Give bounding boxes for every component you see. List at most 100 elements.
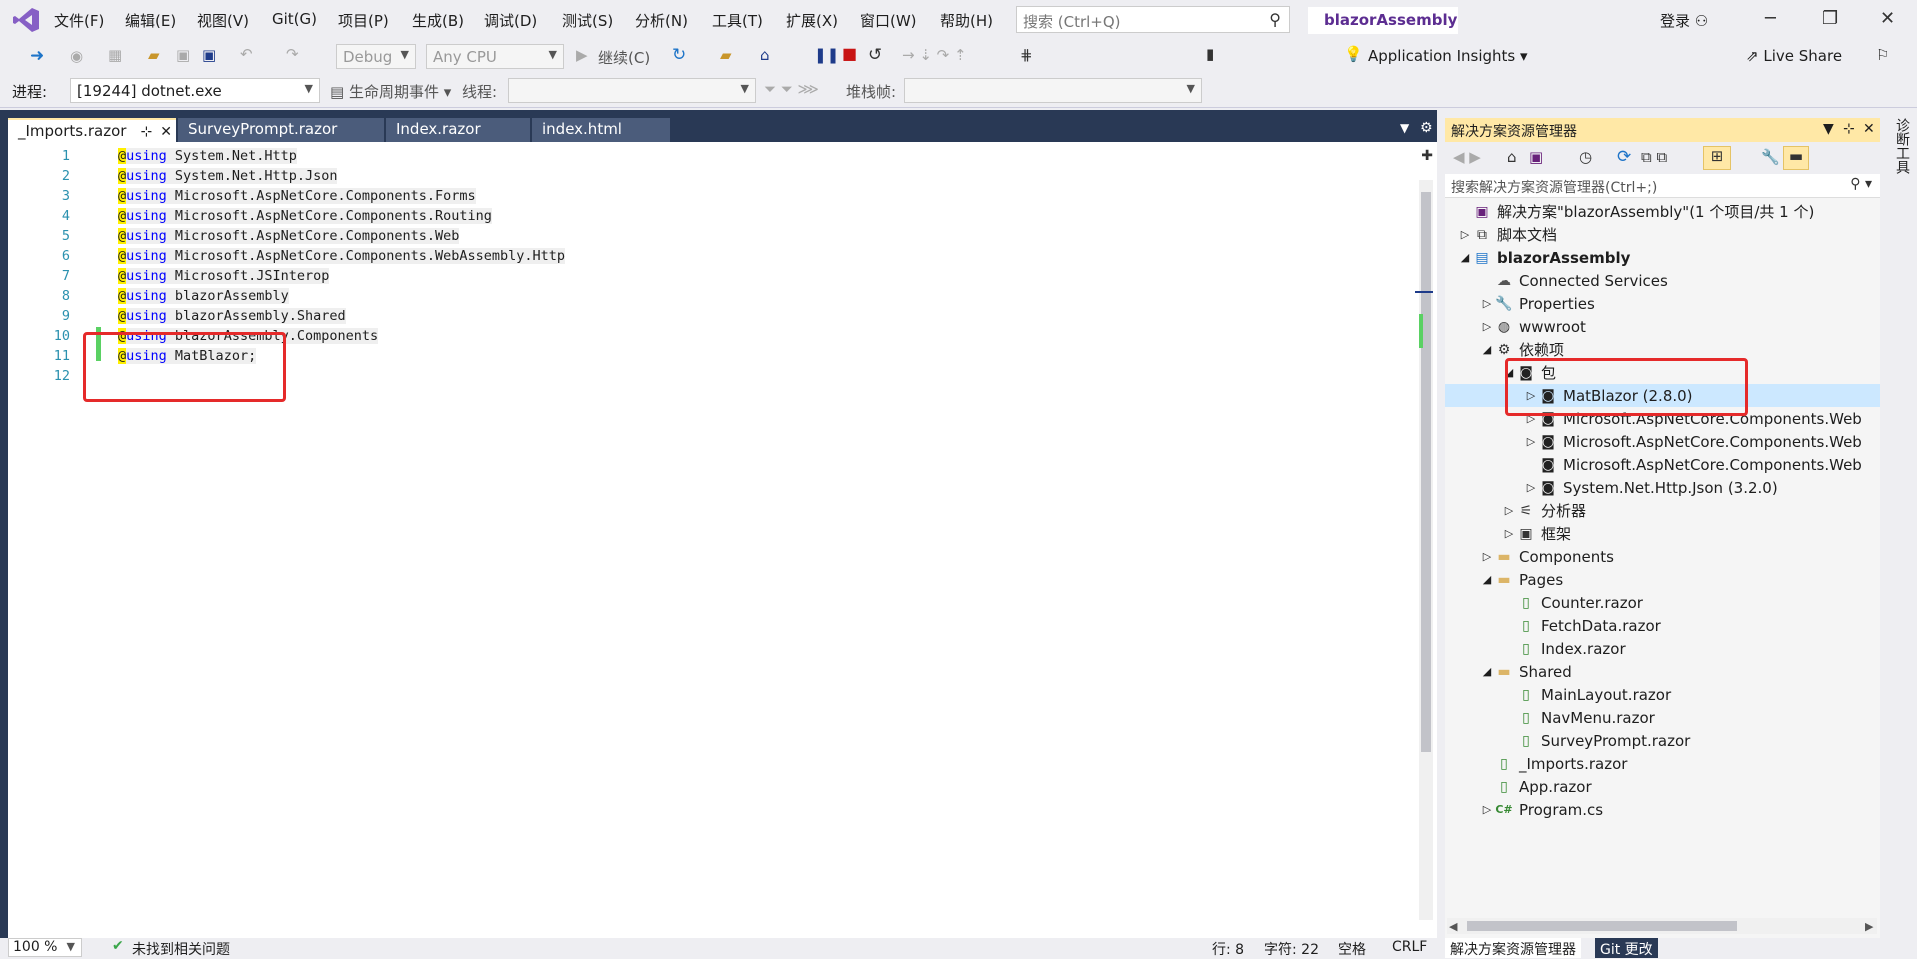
process-dropdown[interactable]: [19244] dotnet.exe ▼: [70, 78, 320, 103]
redo-icon[interactable]: ↷: [286, 45, 299, 63]
collapse-arrow-icon[interactable]: ◢: [1479, 573, 1495, 586]
code-line[interactable]: @using blazorAssembly: [118, 288, 289, 304]
menu-item[interactable]: Git(G): [272, 10, 317, 28]
line-ending[interactable]: CRLF: [1392, 939, 1427, 955]
code-line[interactable]: @using Microsoft.AspNetCore.Components.R…: [118, 208, 492, 224]
code-line[interactable]: @using Microsoft.AspNetCore.Components.F…: [118, 188, 476, 204]
folder-icon[interactable]: ▰: [720, 46, 732, 64]
sync-icon[interactable]: ⟳: [1617, 147, 1631, 167]
tree-node[interactable]: ▣ 解决方案"blazorAssembly"(1 个项目/共 1 个): [1457, 200, 1814, 223]
show-all-files-icon[interactable]: ⊞: [1703, 146, 1731, 170]
collapse-all-icon[interactable]: ⧉ ⧉: [1641, 148, 1667, 166]
bookmark-icon[interactable]: ▮: [1206, 45, 1214, 63]
filter-icon[interactable]: ⏷ ⏷ ⋙: [764, 80, 819, 98]
code-line[interactable]: @using blazorAssembly.Shared: [118, 308, 346, 324]
step-icon[interactable]: → ⇣ ↷ ⇡: [902, 46, 967, 64]
pin-icon[interactable]: ⊹: [1843, 121, 1855, 137]
close-window-button[interactable]: ✕: [1880, 8, 1895, 29]
lifecycle-events-button[interactable]: ▤ 生命周期事件 ▾: [330, 81, 451, 102]
expand-arrow-icon[interactable]: ▷: [1479, 803, 1495, 816]
menu-item[interactable]: 调试(D): [484, 10, 537, 31]
menu-item[interactable]: 窗口(W): [860, 10, 917, 31]
forward-icon[interactable]: ◉: [70, 47, 83, 65]
scrollbar-thumb[interactable]: [1467, 921, 1737, 931]
tree-node[interactable]: ▷ C# Program.cs: [1479, 798, 1603, 821]
back-icon[interactable]: ➜: [30, 46, 44, 66]
configuration-dropdown[interactable]: Debug ▼: [336, 44, 416, 69]
diagnostic-tools-tab[interactable]: 诊断工具: [1892, 118, 1912, 174]
tree-node[interactable]: ◢ ▤ blazorAssembly: [1457, 246, 1631, 269]
tree-node[interactable]: ▯ _Imports.razor: [1479, 752, 1627, 775]
code-line[interactable]: @using Microsoft.AspNetCore.Components.W…: [118, 228, 460, 244]
tree-node[interactable]: ▯ NavMenu.razor: [1501, 706, 1655, 729]
platform-dropdown[interactable]: Any CPU ▼: [426, 44, 564, 69]
minimize-button[interactable]: ─: [1765, 8, 1776, 29]
save-icon[interactable]: ▣: [176, 46, 190, 64]
new-item-icon[interactable]: ▦: [108, 46, 122, 64]
play-icon[interactable]: ▶: [576, 46, 588, 64]
breakpoint-toggle-icon[interactable]: ⋕: [1020, 46, 1033, 64]
browser-icon[interactable]: ⌂: [760, 46, 770, 64]
menu-item[interactable]: 分析(N): [635, 10, 688, 31]
expand-arrow-icon[interactable]: ▷: [1479, 320, 1495, 333]
open-folder-icon[interactable]: ▰: [148, 46, 160, 64]
refresh-icon[interactable]: ↻: [672, 45, 686, 65]
expand-arrow-icon[interactable]: ▷: [1457, 228, 1473, 241]
tab-index-razor[interactable]: Index.razor: [386, 118, 530, 142]
tab-overflow-icon[interactable]: ▼: [1400, 121, 1409, 135]
code-line[interactable]: @using Microsoft.JSInterop: [118, 268, 330, 284]
tab-solution-explorer[interactable]: 解决方案资源管理器: [1445, 938, 1581, 958]
collapse-arrow-icon[interactable]: ◢: [1479, 343, 1495, 356]
restart-icon[interactable]: ↺: [868, 45, 882, 65]
pause-icon[interactable]: ❚❚: [814, 46, 839, 64]
tree-node[interactable]: ▷ ⚟ 分析器: [1501, 499, 1586, 522]
scrollbar-thumb[interactable]: [1421, 192, 1431, 752]
tab-index-html[interactable]: index.html: [532, 118, 670, 142]
continue-button[interactable]: 继续(C): [598, 47, 650, 68]
close-icon[interactable]: ✕: [160, 124, 172, 140]
gear-icon[interactable]: ⚙: [1420, 120, 1433, 136]
tab-git-changes[interactable]: Git 更改: [1595, 938, 1658, 958]
tree-node[interactable]: ▯ Index.razor: [1501, 637, 1626, 660]
split-icon[interactable]: ✚: [1421, 148, 1433, 164]
tree-node[interactable]: ▷ ⧉ 脚本文档: [1457, 223, 1557, 246]
close-icon[interactable]: ✕: [1863, 121, 1875, 137]
live-share-button[interactable]: ⇗ Live Share: [1746, 47, 1842, 65]
search-input[interactable]: 搜索 (Ctrl+Q) ⚲: [1016, 6, 1290, 33]
tree-node[interactable]: ◢ ▬ Shared: [1479, 660, 1572, 683]
stack-frame-dropdown[interactable]: ▼: [904, 78, 1202, 103]
save-all-icon[interactable]: ▣: [202, 46, 216, 64]
expand-arrow-icon[interactable]: ▷: [1479, 550, 1495, 563]
tab-surveyprompt-razor[interactable]: SurveyPrompt.razor: [178, 118, 384, 142]
tree-node[interactable]: ◙ Microsoft.AspNetCore.Components.Web: [1523, 453, 1862, 476]
collapse-arrow-icon[interactable]: ◢: [1479, 665, 1495, 678]
collapse-arrow-icon[interactable]: ◢: [1457, 251, 1473, 264]
switch-views-icon[interactable]: ▣: [1529, 148, 1543, 166]
code-line[interactable]: @using System.Net.Http.Json: [118, 168, 338, 184]
menu-item[interactable]: 扩展(X): [786, 10, 838, 31]
code-editor[interactable]: 1 @using System.Net.Http 2 @using System.Ne…: [8, 142, 1437, 939]
tree-node[interactable]: ▷ 🔧 Properties: [1479, 292, 1595, 315]
tree-node[interactable]: ▯ Counter.razor: [1501, 591, 1643, 614]
menu-item[interactable]: 编辑(E): [125, 10, 176, 31]
expand-arrow-icon[interactable]: ▷: [1501, 504, 1517, 517]
menu-item[interactable]: 视图(V): [197, 10, 249, 31]
stop-icon[interactable]: ■: [842, 44, 857, 63]
tab-imports-razor[interactable]: _Imports.razor ⊹ ✕: [8, 118, 176, 142]
menu-item[interactable]: 帮助(H): [940, 10, 993, 31]
tree-node[interactable]: ▯ MainLayout.razor: [1501, 683, 1671, 706]
scroll-right-icon[interactable]: ▶: [1865, 920, 1873, 933]
home-icon[interactable]: ⌂: [1507, 148, 1517, 166]
back-icon[interactable]: ◀ ▶: [1453, 148, 1481, 166]
issues-status[interactable]: 未找到相关问题: [132, 939, 230, 959]
thread-dropdown[interactable]: ▼: [508, 78, 756, 103]
expand-arrow-icon[interactable]: ▷: [1523, 481, 1539, 494]
feedback-icon[interactable]: ⚐: [1876, 46, 1889, 64]
tree-node[interactable]: ▷ ◍ wwwroot: [1479, 315, 1586, 338]
expand-arrow-icon[interactable]: ▷: [1501, 527, 1517, 540]
pin-icon[interactable]: ⊹: [140, 124, 152, 140]
sign-in-link[interactable]: 登录 ⚇: [1660, 10, 1708, 31]
undo-icon[interactable]: ↶: [240, 45, 253, 63]
code-line[interactable]: @using Microsoft.AspNetCore.Components.W…: [118, 248, 566, 264]
menu-item[interactable]: 项目(P): [338, 10, 389, 31]
